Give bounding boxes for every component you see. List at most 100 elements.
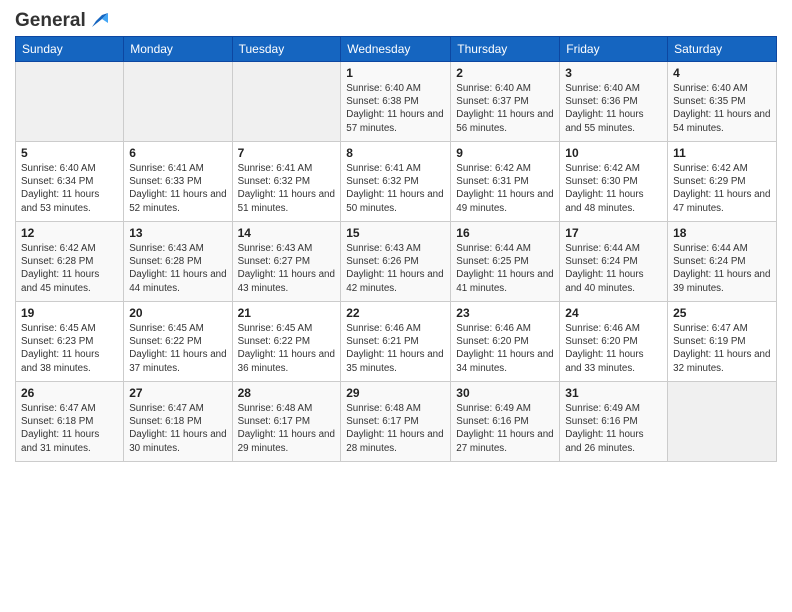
day-info: Sunrise: 6:40 AM Sunset: 6:38 PM Dayligh… xyxy=(346,82,445,135)
calendar-cell: 12 Sunrise: 6:42 AM Sunset: 6:28 PM Dayli… xyxy=(16,222,124,302)
day-info: Sunrise: 6:48 AM Sunset: 6:17 PM Dayligh… xyxy=(346,402,445,455)
day-number: 31 xyxy=(565,386,662,400)
logo-icon xyxy=(88,9,110,31)
calendar-cell: 17 Sunrise: 6:44 AM Sunset: 6:24 PM Dayli… xyxy=(560,222,668,302)
day-info: Sunrise: 6:45 AM Sunset: 6:23 PM Dayligh… xyxy=(21,322,118,375)
day-info: Sunrise: 6:49 AM Sunset: 6:16 PM Dayligh… xyxy=(456,402,554,455)
day-number: 28 xyxy=(238,386,336,400)
day-info: Sunrise: 6:47 AM Sunset: 6:18 PM Dayligh… xyxy=(21,402,118,455)
calendar-cell: 23 Sunrise: 6:46 AM Sunset: 6:20 PM Dayli… xyxy=(451,302,560,382)
day-info: Sunrise: 6:49 AM Sunset: 6:16 PM Dayligh… xyxy=(565,402,662,455)
day-number: 12 xyxy=(21,226,118,240)
calendar-cell xyxy=(668,382,777,462)
day-info: Sunrise: 6:43 AM Sunset: 6:26 PM Dayligh… xyxy=(346,242,445,295)
day-info: Sunrise: 6:44 AM Sunset: 6:25 PM Dayligh… xyxy=(456,242,554,295)
weekday-header-friday: Friday xyxy=(560,37,668,62)
calendar-cell: 10Sunrise: 6:42 AM Sunset: 6:30 PM Dayli… xyxy=(560,142,668,222)
day-info: Sunrise: 6:44 AM Sunset: 6:24 PM Dayligh… xyxy=(565,242,662,295)
day-info: Sunrise: 6:40 AM Sunset: 6:37 PM Dayligh… xyxy=(456,82,554,135)
calendar-cell: 4Sunrise: 6:40 AM Sunset: 6:35 PM Daylig… xyxy=(668,62,777,142)
calendar-cell xyxy=(16,62,124,142)
calendar-cell xyxy=(232,62,341,142)
calendar-cell: 26 Sunrise: 6:47 AM Sunset: 6:18 PM Dayli… xyxy=(16,382,124,462)
day-info: Sunrise: 6:45 AM Sunset: 6:22 PM Dayligh… xyxy=(129,322,226,375)
day-number: 15 xyxy=(346,226,445,240)
day-number: 11 xyxy=(673,146,771,160)
day-info: Sunrise: 6:44 AM Sunset: 6:24 PM Dayligh… xyxy=(673,242,771,295)
calendar-cell: 14 Sunrise: 6:43 AM Sunset: 6:27 PM Dayli… xyxy=(232,222,341,302)
calendar-cell: 6Sunrise: 6:41 AM Sunset: 6:33 PM Daylig… xyxy=(124,142,232,222)
calendar-cell: 28 Sunrise: 6:48 AM Sunset: 6:17 PM Dayli… xyxy=(232,382,341,462)
weekday-header-wednesday: Wednesday xyxy=(341,37,451,62)
calendar-cell: 7 Sunrise: 6:41 AM Sunset: 6:32 PM Daylig… xyxy=(232,142,341,222)
day-number: 3 xyxy=(565,66,662,80)
day-number: 14 xyxy=(238,226,336,240)
calendar-cell: 5Sunrise: 6:40 AM Sunset: 6:34 PM Daylig… xyxy=(16,142,124,222)
day-info: Sunrise: 6:46 AM Sunset: 6:20 PM Dayligh… xyxy=(565,322,662,375)
calendar-cell: 19 Sunrise: 6:45 AM Sunset: 6:23 PM Dayli… xyxy=(16,302,124,382)
day-info: Sunrise: 6:40 AM Sunset: 6:36 PM Dayligh… xyxy=(565,82,662,135)
logo: General xyxy=(15,10,110,28)
day-info: Sunrise: 6:46 AM Sunset: 6:21 PM Dayligh… xyxy=(346,322,445,375)
day-number: 2 xyxy=(456,66,554,80)
day-info: Sunrise: 6:42 AM Sunset: 6:28 PM Dayligh… xyxy=(21,242,118,295)
day-number: 8 xyxy=(346,146,445,160)
day-number: 7 xyxy=(238,146,336,160)
day-info: Sunrise: 6:45 AM Sunset: 6:22 PM Dayligh… xyxy=(238,322,336,375)
calendar: SundayMondayTuesdayWednesdayThursdayFrid… xyxy=(15,36,777,462)
day-info: Sunrise: 6:42 AM Sunset: 6:29 PM Dayligh… xyxy=(673,162,771,215)
calendar-cell: 16 Sunrise: 6:44 AM Sunset: 6:25 PM Dayli… xyxy=(451,222,560,302)
day-number: 23 xyxy=(456,306,554,320)
calendar-cell xyxy=(124,62,232,142)
day-number: 13 xyxy=(129,226,226,240)
calendar-cell: 27 Sunrise: 6:47 AM Sunset: 6:18 PM Dayli… xyxy=(124,382,232,462)
day-info: Sunrise: 6:48 AM Sunset: 6:17 PM Dayligh… xyxy=(238,402,336,455)
day-number: 1 xyxy=(346,66,445,80)
day-info: Sunrise: 6:42 AM Sunset: 6:31 PM Dayligh… xyxy=(456,162,554,215)
day-info: Sunrise: 6:43 AM Sunset: 6:27 PM Dayligh… xyxy=(238,242,336,295)
weekday-header-row: SundayMondayTuesdayWednesdayThursdayFrid… xyxy=(16,37,777,62)
calendar-cell: 25 Sunrise: 6:47 AM Sunset: 6:19 PM Dayli… xyxy=(668,302,777,382)
weekday-header-monday: Monday xyxy=(124,37,232,62)
day-number: 27 xyxy=(129,386,226,400)
calendar-cell: 24Sunrise: 6:46 AM Sunset: 6:20 PM Dayli… xyxy=(560,302,668,382)
day-info: Sunrise: 6:41 AM Sunset: 6:32 PM Dayligh… xyxy=(346,162,445,215)
logo-general: General xyxy=(15,10,86,32)
day-info: Sunrise: 6:40 AM Sunset: 6:34 PM Dayligh… xyxy=(21,162,118,215)
calendar-cell: 20 Sunrise: 6:45 AM Sunset: 6:22 PM Dayli… xyxy=(124,302,232,382)
day-number: 21 xyxy=(238,306,336,320)
week-row-3: 12 Sunrise: 6:42 AM Sunset: 6:28 PM Dayli… xyxy=(16,222,777,302)
day-number: 20 xyxy=(129,306,226,320)
day-info: Sunrise: 6:42 AM Sunset: 6:30 PM Dayligh… xyxy=(565,162,662,215)
calendar-cell: 2 Sunrise: 6:40 AM Sunset: 6:37 PM Daylig… xyxy=(451,62,560,142)
day-info: Sunrise: 6:47 AM Sunset: 6:18 PM Dayligh… xyxy=(129,402,226,455)
weekday-header-tuesday: Tuesday xyxy=(232,37,341,62)
day-number: 18 xyxy=(673,226,771,240)
calendar-cell: 29 Sunrise: 6:48 AM Sunset: 6:17 PM Dayli… xyxy=(341,382,451,462)
day-number: 19 xyxy=(21,306,118,320)
calendar-cell: 9 Sunrise: 6:42 AM Sunset: 6:31 PM Daylig… xyxy=(451,142,560,222)
calendar-cell: 3 Sunrise: 6:40 AM Sunset: 6:36 PM Daylig… xyxy=(560,62,668,142)
week-row-5: 26 Sunrise: 6:47 AM Sunset: 6:18 PM Dayli… xyxy=(16,382,777,462)
week-row-1: 1 Sunrise: 6:40 AM Sunset: 6:38 PM Daylig… xyxy=(16,62,777,142)
day-number: 30 xyxy=(456,386,554,400)
day-number: 16 xyxy=(456,226,554,240)
day-info: Sunrise: 6:41 AM Sunset: 6:32 PM Dayligh… xyxy=(238,162,336,215)
calendar-cell: 30 Sunrise: 6:49 AM Sunset: 6:16 PM Dayli… xyxy=(451,382,560,462)
day-info: Sunrise: 6:43 AM Sunset: 6:28 PM Dayligh… xyxy=(129,242,226,295)
page-header: General xyxy=(15,10,777,28)
day-info: Sunrise: 6:47 AM Sunset: 6:19 PM Dayligh… xyxy=(673,322,771,375)
day-number: 26 xyxy=(21,386,118,400)
week-row-4: 19 Sunrise: 6:45 AM Sunset: 6:23 PM Dayli… xyxy=(16,302,777,382)
calendar-cell: 21 Sunrise: 6:45 AM Sunset: 6:22 PM Dayli… xyxy=(232,302,341,382)
day-number: 25 xyxy=(673,306,771,320)
day-number: 22 xyxy=(346,306,445,320)
calendar-cell: 13 Sunrise: 6:43 AM Sunset: 6:28 PM Dayli… xyxy=(124,222,232,302)
day-number: 29 xyxy=(346,386,445,400)
day-number: 9 xyxy=(456,146,554,160)
calendar-cell: 8 Sunrise: 6:41 AM Sunset: 6:32 PM Daylig… xyxy=(341,142,451,222)
day-number: 17 xyxy=(565,226,662,240)
calendar-cell: 18 Sunrise: 6:44 AM Sunset: 6:24 PM Dayli… xyxy=(668,222,777,302)
day-info: Sunrise: 6:46 AM Sunset: 6:20 PM Dayligh… xyxy=(456,322,554,375)
calendar-cell: 31 Sunrise: 6:49 AM Sunset: 6:16 PM Dayli… xyxy=(560,382,668,462)
